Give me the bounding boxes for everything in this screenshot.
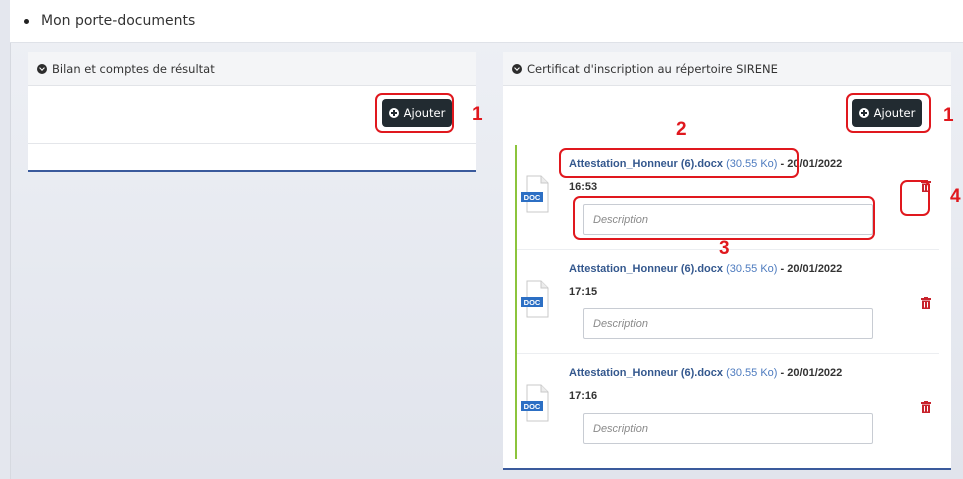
chevron-down-icon xyxy=(512,63,522,74)
doc-badge-label: DOC xyxy=(524,402,541,411)
file-row: DOC Attestation_Honneur (6).docx (30.55 … xyxy=(517,250,939,354)
filename-highlight xyxy=(559,148,799,178)
left-panel-divider xyxy=(28,143,476,144)
trash-icon[interactable] xyxy=(921,297,931,309)
doc-file-icon: DOC xyxy=(521,384,549,422)
file-time: 17:16 xyxy=(569,390,598,402)
trash-icon[interactable] xyxy=(921,401,931,413)
file-date: 20/01/2022 xyxy=(787,263,843,275)
file-row: DOC Attestation_Honneur (6).docx (30.55 … xyxy=(517,354,939,459)
doc-badge-label: DOC xyxy=(524,298,541,307)
portfolio-header: Mon porte-documents xyxy=(10,0,963,43)
annotation-2: 2 xyxy=(676,119,687,140)
file-time: 16:53 xyxy=(569,181,598,193)
right-add-highlight xyxy=(846,93,931,133)
annotation-1-left: 1 xyxy=(472,104,483,125)
description-input[interactable] xyxy=(583,308,873,339)
chevron-down-icon xyxy=(37,63,47,74)
file-name-link[interactable]: Attestation_Honneur (6).docx xyxy=(569,263,723,275)
file-date: 20/01/2022 xyxy=(787,367,843,379)
annotation-3: 3 xyxy=(719,238,730,259)
file-size: (30.55 Ko) xyxy=(726,367,778,379)
doc-file-icon: DOC xyxy=(521,280,549,318)
right-panel-header[interactable]: Certificat d'inscription au répertoire S… xyxy=(503,52,951,86)
left-panel-header[interactable]: Bilan et comptes de résultat xyxy=(28,52,476,86)
description-highlight xyxy=(573,196,875,240)
left-add-highlight xyxy=(375,93,454,133)
right-panel-title: Certificat d'inscription au répertoire S… xyxy=(527,61,778,76)
date-separator: - xyxy=(777,367,788,379)
doc-badge-label: DOC xyxy=(524,193,541,202)
bullet-icon xyxy=(24,18,29,24)
file-info: Attestation_Honneur (6).docx (30.55 Ko) … xyxy=(569,362,869,408)
file-name-link[interactable]: Attestation_Honneur (6).docx xyxy=(569,367,723,379)
delete-highlight xyxy=(900,180,930,216)
file-size: (30.55 Ko) xyxy=(726,263,778,275)
date-separator: - xyxy=(777,263,788,275)
annotation-4: 4 xyxy=(950,186,961,207)
annotation-1-right: 1 xyxy=(943,105,954,126)
page-title: Mon porte-documents xyxy=(41,13,196,29)
description-input[interactable] xyxy=(583,413,873,444)
file-info: Attestation_Honneur (6).docx (30.55 Ko) … xyxy=(569,258,869,304)
left-panel-title: Bilan et comptes de résultat xyxy=(52,61,215,76)
file-time: 17:15 xyxy=(569,286,598,298)
doc-file-icon: DOC xyxy=(521,175,549,213)
